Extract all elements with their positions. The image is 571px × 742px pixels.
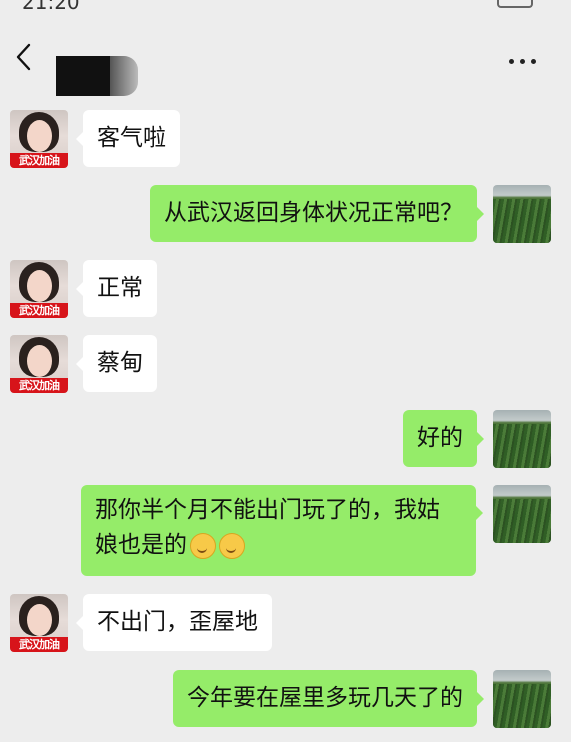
outgoing-message[interactable]: 好的	[403, 410, 484, 467]
chat-header	[0, 14, 571, 100]
thinking-face-icon	[219, 532, 245, 559]
message-text: 那你半个月不能出门玩了的，我姑娘也是的	[95, 497, 440, 558]
contact-name-redacted	[56, 56, 116, 96]
avatar-badge: 武汉加油	[10, 303, 68, 318]
outgoing-message[interactable]: 那你半个月不能出门玩了的，我姑娘也是的	[81, 485, 483, 576]
my-avatar[interactable]	[493, 185, 551, 243]
contact-avatar[interactable]: 武汉加油	[10, 260, 68, 318]
my-avatar[interactable]	[493, 670, 551, 728]
incoming-message[interactable]: 不出门，歪屋地	[76, 594, 272, 651]
contact-avatar[interactable]: 武汉加油	[10, 335, 68, 393]
status-time: 21:20	[22, 0, 80, 14]
more-options-button[interactable]	[509, 54, 545, 68]
more-dot-icon	[520, 58, 525, 64]
redaction-mark	[110, 56, 138, 96]
avatar-badge: 武汉加油	[10, 378, 68, 393]
my-avatar[interactable]	[493, 410, 551, 468]
outgoing-message[interactable]: 今年要在屋里多玩几天了的	[173, 670, 484, 727]
incoming-message[interactable]: 正常	[76, 260, 157, 317]
avatar-badge: 武汉加油	[10, 153, 68, 168]
status-bar: 21:20	[0, 0, 571, 14]
more-dot-icon	[531, 58, 536, 64]
back-button[interactable]	[12, 40, 38, 74]
my-avatar[interactable]	[493, 485, 551, 543]
thinking-face-icon	[190, 532, 216, 559]
incoming-message[interactable]: 客气啦	[76, 110, 180, 167]
more-dot-icon	[509, 58, 514, 64]
contact-avatar[interactable]: 武汉加油	[10, 110, 68, 168]
incoming-message[interactable]: 蔡甸	[76, 335, 157, 392]
contact-avatar[interactable]: 武汉加油	[10, 594, 68, 652]
avatar-badge: 武汉加油	[10, 637, 68, 652]
chevron-left-icon	[16, 43, 31, 71]
battery-icon	[497, 0, 533, 8]
outgoing-message[interactable]: 从武汉返回身体状况正常吧？	[150, 185, 484, 242]
